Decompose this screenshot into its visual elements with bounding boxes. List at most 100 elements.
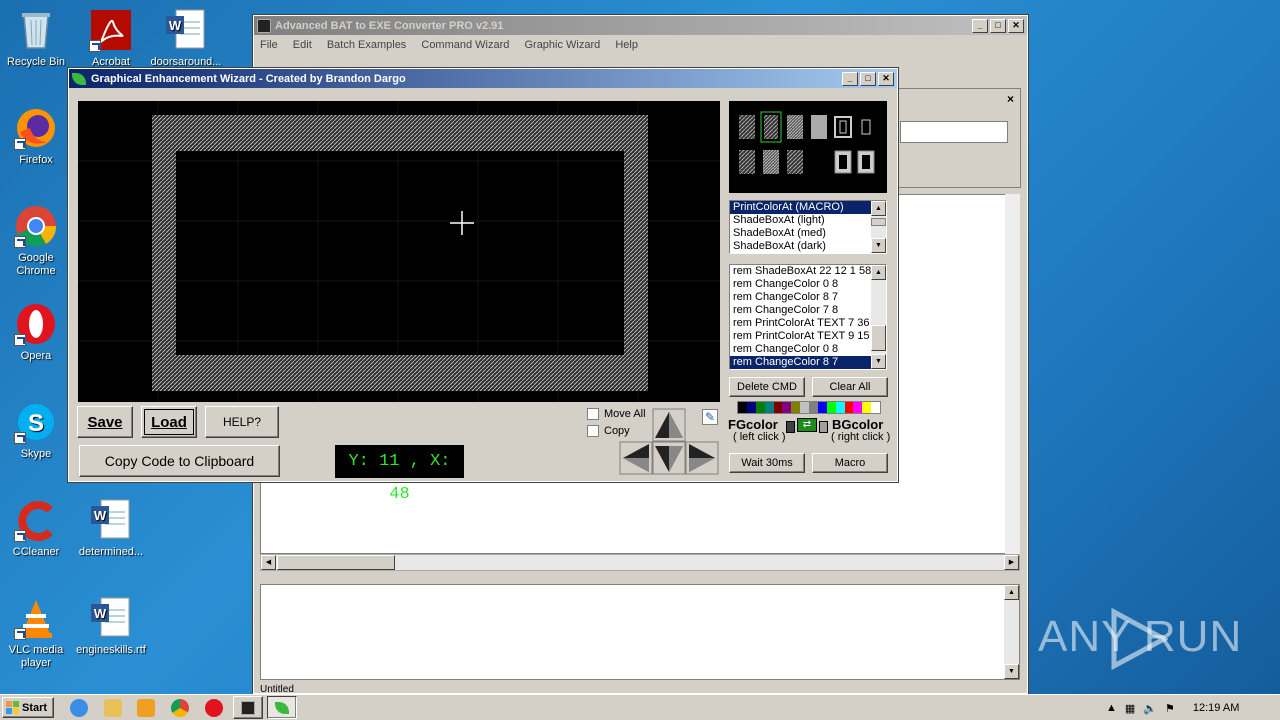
command-list-scrollbar[interactable]: ▲ ▼ xyxy=(871,201,886,253)
wizard-minimize-button[interactable]: _ xyxy=(842,71,858,86)
show-hidden-icons[interactable]: ▲ xyxy=(1106,702,1117,714)
minimize-button[interactable]: _ xyxy=(972,18,988,33)
arrow-left-button[interactable] xyxy=(619,441,653,475)
code-line[interactable]: rem ChangeColor 0 8 xyxy=(730,343,886,356)
color-swatch[interactable] xyxy=(746,402,756,413)
drawing-canvas[interactable] xyxy=(78,101,720,402)
color-swatch[interactable] xyxy=(826,402,836,413)
thin-box-tool[interactable] xyxy=(861,119,871,135)
arrow-up-button[interactable] xyxy=(652,408,686,442)
color-swatch[interactable] xyxy=(800,402,809,413)
chrome-taskbar-icon[interactable] xyxy=(171,699,189,717)
command-listbox[interactable]: PrintColorAt (MACRO) ShadeBoxAt (light) … xyxy=(729,200,887,254)
menu-edit[interactable]: Edit xyxy=(293,39,312,51)
clock[interactable]: 12:19 AM xyxy=(1193,702,1239,714)
help-button[interactable]: HELP? xyxy=(205,406,279,438)
shade-med-tool[interactable] xyxy=(764,115,778,139)
desktop-icon-opera[interactable]: Opera xyxy=(0,302,72,363)
scroll-up-arrow[interactable]: ▲ xyxy=(871,201,886,216)
wizard-close-button[interactable]: ✕ xyxy=(878,71,894,86)
scroll-right-arrow[interactable]: ▶ xyxy=(1004,555,1019,570)
code-line[interactable]: rem PrintColorAt TEXT 9 15 7 xyxy=(730,330,886,343)
shade-tool-2[interactable] xyxy=(739,150,755,174)
command-item[interactable]: ShadeBoxAt (med) xyxy=(730,227,886,240)
checkbox-box[interactable] xyxy=(587,408,599,420)
color-swatch[interactable] xyxy=(764,402,774,413)
desktop-icon-acrobat[interactable]: Acrobat xyxy=(75,8,147,69)
menu-graphic-wizard[interactable]: Graphic Wizard xyxy=(524,39,600,51)
close-button[interactable]: ✕ xyxy=(1008,18,1024,33)
desktop-icon-firefox[interactable]: Firefox xyxy=(0,106,72,167)
volume-icon[interactable]: 🔈 xyxy=(1143,702,1157,715)
color-swatch[interactable] xyxy=(871,402,880,413)
desktop-icon-engineskills[interactable]: W engineskills.rtf xyxy=(75,596,147,657)
arrow-down-button[interactable] xyxy=(652,441,686,475)
command-item[interactable]: ShadeBoxAt (light) xyxy=(730,214,886,227)
wait-button[interactable]: Wait 30ms xyxy=(729,453,805,473)
code-line[interactable]: rem PrintColorAt TEXT 7 36 7 xyxy=(730,317,886,330)
delete-cmd-button[interactable]: Delete CMD xyxy=(729,377,805,397)
checkbox-box[interactable] xyxy=(587,425,599,437)
scroll-thumb[interactable] xyxy=(871,325,886,351)
shade-dark-tool[interactable] xyxy=(787,115,803,139)
color-swatch[interactable] xyxy=(738,402,747,413)
fgcolor-swatch[interactable] xyxy=(786,421,795,433)
color-swatch[interactable] xyxy=(853,402,863,413)
color-swatch[interactable] xyxy=(755,402,765,413)
flag-icon[interactable]: ⚑ xyxy=(1165,702,1175,715)
color-swatch[interactable] xyxy=(835,402,845,413)
panel-input[interactable] xyxy=(900,121,1008,143)
swap-colors-icon[interactable]: ⇄ xyxy=(797,418,817,432)
desktop-icon-skype[interactable]: S Skype xyxy=(0,400,72,461)
scroll-down-arrow[interactable]: ▼ xyxy=(871,354,886,369)
command-item[interactable]: PrintColorAt (MACRO) xyxy=(730,201,871,214)
explorer-icon[interactable] xyxy=(104,699,122,717)
menu-file[interactable]: File xyxy=(260,39,278,51)
copy-code-button[interactable]: Copy Code to Clipboard xyxy=(79,445,280,477)
color-swatch[interactable] xyxy=(844,402,854,413)
macro-button[interactable]: Macro xyxy=(812,453,888,473)
wizard-maximize-button[interactable]: □ xyxy=(860,71,876,86)
taskbar-app-wizard[interactable] xyxy=(267,696,297,719)
desktop-icon-recycle-bin[interactable]: Recycle Bin xyxy=(0,8,72,69)
scroll-thumb[interactable] xyxy=(871,218,886,226)
bgcolor-swatch[interactable] xyxy=(819,421,828,433)
menu-batch-examples[interactable]: Batch Examples xyxy=(327,39,406,51)
panel-close-icon[interactable]: × xyxy=(1007,92,1014,106)
output-pane[interactable]: ▲ ▼ xyxy=(260,584,1020,680)
color-swatch[interactable] xyxy=(782,402,792,413)
start-button[interactable]: Start xyxy=(2,697,54,718)
load-button[interactable]: Load xyxy=(141,406,197,438)
desktop-icon-doorsaround[interactable]: W doorsaround... xyxy=(150,8,222,69)
shade-tool-4[interactable] xyxy=(787,150,803,174)
menu-help[interactable]: Help xyxy=(615,39,638,51)
taskbar-app-bat2exe[interactable] xyxy=(233,696,263,719)
color-swatch[interactable] xyxy=(773,402,783,413)
desktop-icon-determined[interactable]: W determined... xyxy=(75,498,147,559)
code-line-selected[interactable]: rem ChangeColor 8 7 xyxy=(730,356,886,369)
arrow-right-button[interactable] xyxy=(685,441,719,475)
scroll-down-arrow[interactable]: ▼ xyxy=(1004,664,1019,679)
color-palette[interactable] xyxy=(737,401,881,414)
scroll-down-arrow[interactable]: ▼ xyxy=(871,238,886,253)
opera-taskbar-icon[interactable] xyxy=(205,699,223,717)
desktop-icon-ccleaner[interactable]: CCleaner xyxy=(0,498,72,559)
box-tool[interactable] xyxy=(834,116,852,138)
save-button[interactable]: Save xyxy=(77,406,133,438)
shade-tool-3[interactable] xyxy=(763,150,779,174)
shade-light-tool[interactable] xyxy=(739,115,755,139)
horizontal-scrollbar[interactable]: ◀ ▶ xyxy=(260,554,1020,571)
ie-icon[interactable] xyxy=(70,699,88,717)
network-icon[interactable]: ▦ xyxy=(1125,702,1135,715)
maximize-button[interactable]: □ xyxy=(990,18,1006,33)
solid-block-tool[interactable] xyxy=(811,115,827,139)
scroll-left-arrow[interactable]: ◀ xyxy=(261,555,276,570)
code-listbox[interactable]: rem ShadeBoxAt 22 12 1 58 7 rem ChangeCo… xyxy=(729,264,887,370)
scroll-thumb[interactable] xyxy=(277,555,395,570)
menu-command-wizard[interactable]: Command Wizard xyxy=(421,39,509,51)
code-list-scrollbar[interactable]: ▲ ▼ xyxy=(871,265,886,369)
color-swatch[interactable] xyxy=(791,402,801,413)
eyedropper-icon[interactable]: ✎ xyxy=(702,409,718,425)
code-line[interactable]: rem ShadeBoxAt 22 12 1 58 7 xyxy=(730,265,886,278)
desktop-icon-chrome[interactable]: Google Chrome xyxy=(0,204,72,278)
